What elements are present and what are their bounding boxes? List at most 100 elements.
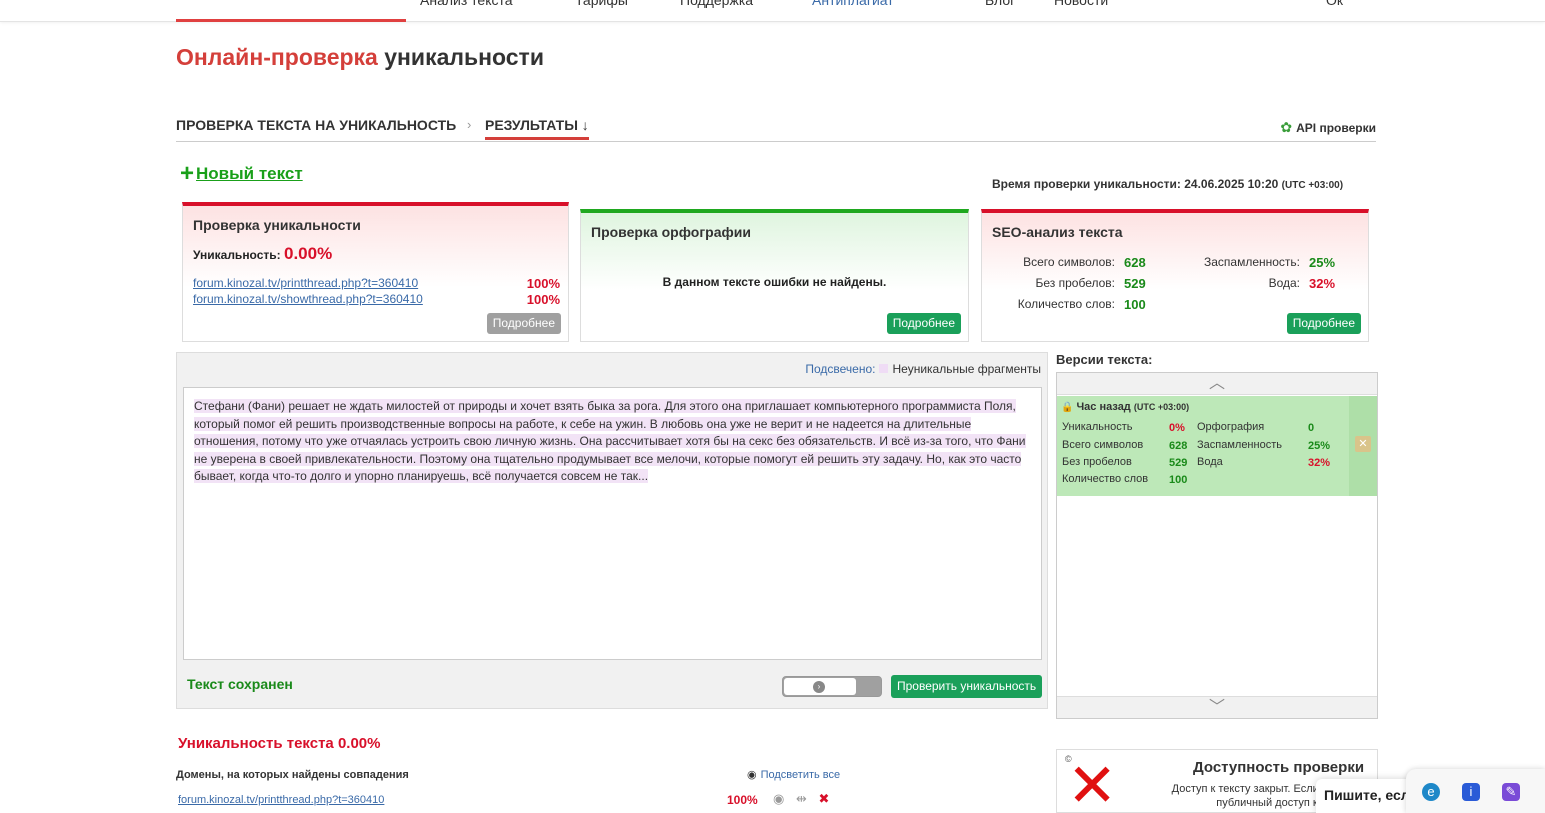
top-navigation: Анализ текста Тарифы Поддержка Антиплаги… [0,0,1545,22]
source-percent: 100% [526,292,560,307]
version-words-label: Количество слов [1062,473,1149,485]
source-link[interactable]: forum.kinozal.tv/showthread.php?t=360410 [193,292,423,306]
lock-icon: 🔒 [1061,402,1074,413]
version-spell: 0 [1308,422,1315,434]
seo-no-spaces: 529 [1124,276,1146,291]
version-time-label: Час назад [1076,401,1131,413]
seo-words-label: Количество слов: [1017,297,1115,311]
chat-popup[interactable]: Пишите, если [1316,779,1416,813]
version-water-label: Вода [1197,456,1223,468]
delete-version-icon[interactable]: ✕ [1355,436,1371,452]
api-link[interactable]: ✿ API проверки [1280,119,1376,136]
version-nospace: 529 [1169,457,1188,469]
source-link[interactable]: forum.kinozal.tv/printthread.php?t=36041… [193,276,418,290]
highlight-label: Подсвечено: [805,362,876,376]
result-domain-link[interactable]: forum.kinozal.tv/printthread.php?t=36041… [178,794,384,806]
nav-item-news[interactable]: Новости [1054,0,1108,8]
version-uniq-label: Уникальность [1062,421,1133,433]
highlight-all-label: Подсветить все [760,769,841,781]
gear-icon: ✿ [1280,119,1293,135]
nav-item-analysis[interactable]: Анализ текста [420,0,513,8]
highlight-all-link[interactable]: ◉ Подсветить все [747,768,840,781]
version-uniq: 0% [1169,422,1185,434]
nav-item-blog[interactable]: Блог [985,0,1015,8]
edge-icon[interactable]: e [1422,783,1440,801]
uniqueness-more-button[interactable]: Подробнее [486,313,561,334]
spelling-card: Проверка орфографии В данном тексте ошиб… [580,209,969,342]
pen-icon[interactable]: ✎ [1502,783,1520,801]
nav-active-indicator [176,19,406,22]
version-time-tz: (UTC +03:00) [1133,402,1190,412]
seo-spam-label: Заспамленность: [1203,255,1300,269]
domains-title: Домены, на которых найдены совпадения [176,769,409,781]
result-actions: ◉ ⇹ ✖ [773,791,829,807]
uniqueness-card: Проверка уникальности Уникальность: 0.00… [182,202,569,342]
highlight-legend: Подсвечено: Неуникальные фрагменты [805,362,1041,376]
uniqueness-label: Уникальность: [193,248,281,262]
nav-item-account[interactable]: Ок [1326,0,1343,8]
nav-item-antiplagiat[interactable]: Антиплагиат [812,0,894,8]
text-area[interactable]: Стефани (Фани) решает не ждать милостей … [183,387,1042,660]
seo-card: SEO-анализ текста Всего символов: 628 Бе… [981,209,1369,342]
highlight-legend-text: Неуникальные фрагменты [892,362,1041,376]
spelling-more-button[interactable]: Подробнее [886,313,961,334]
breadcrumb: ПРОВЕРКА ТЕКСТА НА УНИКАЛЬНОСТЬ › РЕЗУЛЬ… [176,117,1376,142]
version-words: 100 [1169,474,1188,486]
seo-more-button[interactable]: Подробнее [1286,313,1361,334]
source-percent: 100% [526,276,560,291]
eye-icon: ◉ [747,769,757,781]
seo-total-chars: 628 [1124,255,1146,270]
spelling-card-title: Проверка орфографии [591,224,751,240]
versions-title: Версии текста: [1056,352,1153,367]
breadcrumb-results[interactable]: РЕЗУЛЬТАТЫ ↓ [485,117,589,140]
check-uniqueness-button[interactable]: Проверить уникальность [891,675,1043,698]
uniqueness-result-title: Уникальность текста 0.00% [178,735,381,752]
plus-icon: + [180,160,195,187]
version-spam: 25% [1308,440,1331,452]
versions-scroll-up-icon[interactable]: ︿ [1057,373,1377,395]
highlighted-text: Стефани (Фани) решает не ждать милостей … [194,399,1026,483]
version-water: 32% [1308,457,1331,469]
seo-words: 100 [1124,297,1146,312]
version-spam-label: Заспамленность [1197,439,1282,451]
close-icon[interactable]: ✖ [819,791,830,806]
cross-icon: ✕ [1067,752,1118,813]
floating-toolbar: e i ✎ [1406,769,1545,813]
versions-scroll-down-icon[interactable]: ﹀ [1057,696,1377,718]
breadcrumb-separator: › [467,117,472,132]
toggle-knob: › [784,678,856,695]
nav-item-tariffs[interactable]: Тарифы [575,0,628,8]
text-editor-panel: Подсвечено: Неуникальные фрагменты Стефан… [176,352,1048,709]
check-time-tz: (UTC +03:00) [1281,180,1344,191]
info-icon[interactable]: i [1462,783,1480,801]
seo-card-title: SEO-анализ текста [992,224,1123,240]
saved-status: Текст сохранен [187,676,293,692]
seo-spam: 25% [1309,255,1336,270]
version-item[interactable]: 🔒 Час назад (UTC +03:00) Уникальность 0% … [1057,396,1377,496]
compare-icon[interactable]: ⇹ [796,791,807,806]
eye-icon[interactable]: ◉ [773,791,784,806]
check-time: Время проверки уникальности: 24.06.2025 … [992,177,1343,191]
version-time: 🔒 Час назад (UTC +03:00) [1061,401,1189,413]
toggle-switch[interactable]: › [782,676,882,697]
highlight-swatch [879,364,889,373]
version-spell-label: Орфография [1197,421,1265,433]
breadcrumb-check-text[interactable]: ПРОВЕРКА ТЕКСТА НА УНИКАЛЬНОСТЬ [176,117,456,133]
api-link-label: API проверки [1296,121,1376,135]
uniqueness-card-title: Проверка уникальности [193,217,361,233]
version-nospace-label: Без пробелов [1062,456,1132,468]
source-row: forum.kinozal.tv/printthread.php?t=36041… [193,276,560,291]
availability-title: Доступность проверки [1193,759,1365,776]
check-time-label: Время проверки уникальности: 24.06.2025 … [992,177,1279,191]
nav-item-support[interactable]: Поддержка [680,0,753,8]
page-title: Онлайн-проверка уникальности [176,44,544,71]
seo-total-chars-label: Всего символов: [1023,255,1115,269]
toggle-dot-icon: › [813,681,825,693]
spelling-message: В данном тексте ошибки не найдены. [662,275,887,289]
uniqueness-value: 0.00% [284,244,333,263]
versions-panel: ︿ 🔒 Час назад (UTC +03:00) Уникальность 0… [1056,372,1378,719]
new-text-link[interactable]: + Новый текст [180,162,303,186]
new-text-label: Новый текст [196,164,303,183]
page-title-red: Онлайн-проверка [176,44,378,70]
source-row: forum.kinozal.tv/showthread.php?t=360410… [193,292,560,307]
